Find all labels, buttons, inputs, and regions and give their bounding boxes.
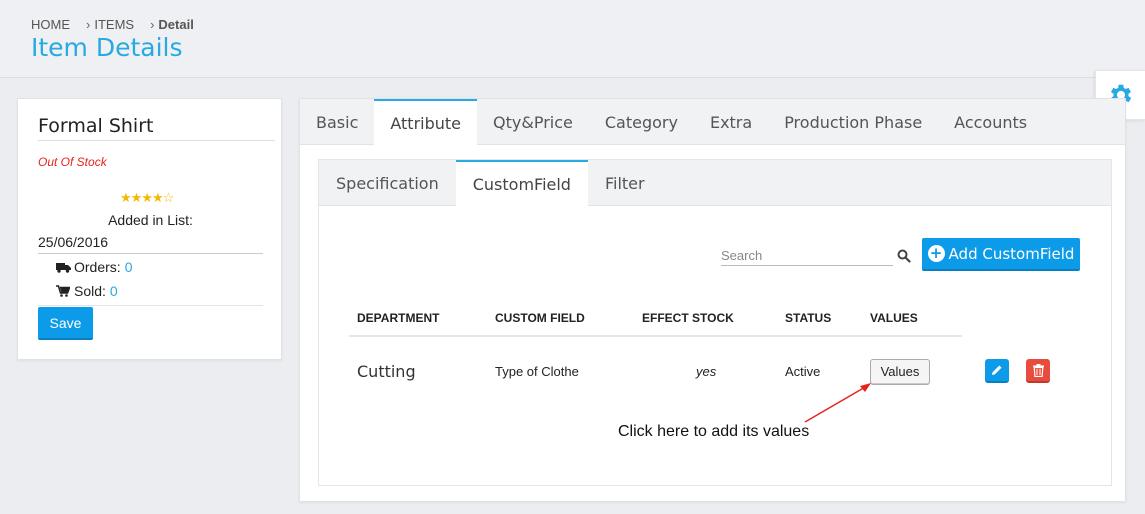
subtab-filter[interactable]: Filter bbox=[588, 160, 662, 206]
breadcrumb-home[interactable]: HOME bbox=[31, 17, 70, 32]
sold-label: Sold: bbox=[74, 283, 106, 299]
breadcrumb-items[interactable]: ITEMS bbox=[94, 17, 134, 32]
cart-icon bbox=[56, 285, 74, 297]
sold-stat: Sold: 0 bbox=[56, 283, 118, 299]
orders-label: Orders: bbox=[74, 259, 121, 275]
search-input[interactable] bbox=[721, 246, 893, 266]
divider bbox=[38, 305, 263, 306]
table-header-row: DEPARTMENT CUSTOM FIELD EFFECT STOCK STA… bbox=[349, 300, 962, 337]
stock-status: Out Of Stock bbox=[38, 155, 107, 169]
chevron-right-icon: › bbox=[150, 17, 155, 32]
tab-accounts[interactable]: Accounts bbox=[938, 99, 1043, 145]
column-header-custom-field[interactable]: CUSTOM FIELD bbox=[487, 300, 634, 337]
tab-category[interactable]: Category bbox=[589, 99, 694, 145]
tab-production-phase[interactable]: Production Phase bbox=[768, 99, 938, 145]
plus-circle-icon: + bbox=[927, 245, 945, 262]
save-button[interactable]: Save bbox=[38, 307, 93, 340]
main-panel: Basic Attribute Qty&Price Category Extra… bbox=[299, 98, 1126, 502]
column-header-effect-stock[interactable]: EFFECT STOCK bbox=[634, 300, 777, 337]
search-icon[interactable] bbox=[897, 249, 911, 263]
truck-icon bbox=[56, 262, 74, 273]
chevron-right-icon: › bbox=[86, 17, 91, 32]
divider bbox=[38, 253, 263, 254]
star-filled-icon: ★ bbox=[120, 190, 132, 205]
star-filled-icon: ★ bbox=[151, 190, 164, 205]
tab-extra[interactable]: Extra bbox=[694, 99, 768, 145]
sub-tabs: Specification CustomField Filter bbox=[319, 160, 1111, 207]
star-filled-icon: ★ bbox=[141, 190, 153, 205]
star-filled-icon: ★ bbox=[130, 190, 143, 205]
breadcrumb-current: Detail bbox=[158, 17, 194, 32]
subtab-customfield[interactable]: CustomField bbox=[455, 160, 588, 207]
tab-attribute[interactable]: Attribute bbox=[374, 99, 478, 146]
pencil-icon bbox=[992, 365, 1002, 375]
main-tabs: Basic Attribute Qty&Price Category Extra… bbox=[300, 99, 1125, 146]
sold-value[interactable]: 0 bbox=[110, 283, 118, 299]
annotation-text: Click here to add its values bbox=[618, 423, 810, 440]
page-title: Item Details bbox=[31, 33, 183, 62]
profile-card: Formal Shirt Out Of Stock ★★★★☆ Added in… bbox=[17, 98, 282, 360]
column-header-status[interactable]: STATUS bbox=[777, 300, 862, 337]
orders-stat: Orders: 0 bbox=[56, 259, 132, 275]
annotation-arrow bbox=[804, 383, 871, 423]
added-date: 25/06/2016 bbox=[38, 234, 109, 250]
tab-basic[interactable]: Basic bbox=[300, 99, 374, 145]
divider bbox=[38, 140, 275, 141]
trash-icon bbox=[1032, 363, 1044, 377]
star-empty-icon: ☆ bbox=[162, 190, 175, 205]
cell-effect-stock: yes bbox=[696, 364, 717, 379]
page-header: HOME › ITEMS › Detail Item Details bbox=[0, 0, 1145, 78]
item-name: Formal Shirt bbox=[38, 115, 154, 137]
add-customfield-button[interactable]: + Add CustomField bbox=[922, 238, 1080, 271]
orders-value[interactable]: 0 bbox=[125, 259, 133, 275]
rating-stars: ★★★★☆ bbox=[120, 190, 175, 206]
custom-field-panel: Specification CustomField Filter + Add C… bbox=[318, 159, 1112, 486]
added-label: Added in List: bbox=[108, 212, 193, 228]
values-button[interactable]: Values bbox=[870, 358, 930, 385]
breadcrumb: HOME › ITEMS › Detail bbox=[31, 17, 194, 32]
add-customfield-label: Add CustomField bbox=[948, 244, 1075, 263]
column-header-values[interactable]: VALUES bbox=[862, 300, 962, 337]
edit-button[interactable] bbox=[985, 359, 1009, 383]
cell-custom-field: Type of Clothe bbox=[495, 364, 579, 379]
subtab-specification[interactable]: Specification bbox=[319, 160, 456, 206]
column-header-department[interactable]: DEPARTMENT bbox=[349, 300, 487, 337]
tab-qty-price[interactable]: Qty&Price bbox=[477, 99, 589, 145]
delete-button[interactable] bbox=[1026, 359, 1050, 383]
cell-department: Cutting bbox=[357, 362, 416, 381]
search-box bbox=[721, 246, 911, 266]
